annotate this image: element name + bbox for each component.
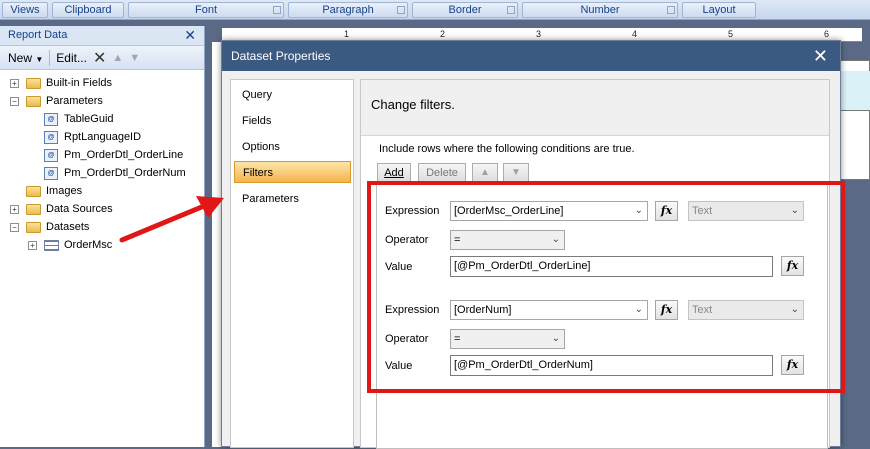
move-up-icon[interactable]: ▲ (472, 163, 498, 183)
ribbon-group-layout[interactable]: Layout (682, 2, 756, 18)
tree-item-parameter[interactable]: @ Pm_OrderDtl_OrderLine (0, 146, 204, 164)
add-button[interactable]: Add (377, 163, 411, 183)
page-title: Change filters. (361, 80, 829, 136)
folder-icon (26, 186, 41, 197)
parameter-icon: @ (44, 149, 58, 162)
dialog-launcher-icon[interactable] (397, 6, 405, 14)
close-icon[interactable]: ✕ (184, 26, 196, 45)
delete-icon[interactable]: ✕ (93, 48, 106, 68)
ribbon-group-label: Layout (702, 4, 736, 16)
tree-item-parameter[interactable]: @ RptLanguageID (0, 128, 204, 146)
move-down-icon[interactable]: ▼ (503, 163, 529, 183)
nav-item-query[interactable]: Query (234, 84, 351, 106)
expand-icon[interactable]: + (28, 241, 37, 250)
add-button-label: Add (384, 167, 404, 179)
ribbon-group-label: Paragraph (322, 4, 374, 16)
ruler-mark: 3 (536, 29, 542, 39)
ribbon-bar: Views Clipboard Font Paragraph Border Nu… (0, 0, 870, 20)
parameter-icon: @ (44, 131, 58, 144)
tree-item-built-in-fields[interactable]: + Built-in Fields (0, 74, 204, 92)
dialog-title: Dataset Properties (231, 49, 331, 63)
dataset-icon (44, 240, 59, 251)
move-up-icon[interactable]: ▲ (112, 52, 123, 64)
nav-item-filters[interactable]: Filters (234, 161, 351, 183)
tree-item-parameter[interactable]: @ Pm_OrderDtl_OrderNum (0, 164, 204, 182)
dialog-title-bar: Dataset Properties ✕ (222, 41, 840, 71)
ruler-mark: 2 (440, 29, 446, 39)
ruler-mark: 1 (344, 29, 350, 39)
parameter-icon: @ (44, 167, 58, 180)
dialog-nav: Query Fields Options Filters Parameters (230, 79, 354, 448)
new-button[interactable]: New ▼ (8, 51, 43, 65)
panel-header: Report Data ✕ (0, 26, 204, 46)
ribbon-group-label: Number (580, 4, 620, 16)
highlight-box (367, 181, 845, 393)
nav-item-parameters[interactable]: Parameters (234, 188, 351, 210)
dialog-launcher-icon[interactable] (273, 6, 281, 14)
delete-button[interactable]: Delete (418, 163, 466, 183)
tree-item-label: Images (46, 185, 83, 197)
ribbon-group-views[interactable]: Views (2, 2, 48, 18)
ribbon-group-label: Clipboard (64, 4, 112, 16)
dialog-launcher-icon[interactable] (667, 6, 675, 14)
collapse-icon[interactable]: − (10, 97, 19, 106)
move-down-icon[interactable]: ▼ (129, 52, 140, 64)
ruler-mark: 6 (824, 29, 830, 39)
ribbon-group-label: Font (194, 4, 217, 16)
ribbon-group-font[interactable]: Font (128, 2, 284, 18)
folder-open-icon (26, 96, 41, 107)
tree-item-parameter[interactable]: @ TableGuid (0, 110, 204, 128)
tree-item-label: TableGuid (64, 113, 114, 125)
tree-item-label: Pm_OrderDtl_OrderLine (64, 149, 184, 161)
chevron-down-icon: ▼ (35, 54, 44, 64)
tree-item-label: RptLanguageID (64, 131, 142, 143)
annotation-arrow-icon (119, 196, 224, 243)
report-header-band (837, 71, 870, 111)
parameter-icon: @ (44, 113, 58, 126)
tree-item-label: Pm_OrderDtl_OrderNum (64, 167, 186, 179)
nav-item-fields[interactable]: Fields (234, 110, 351, 132)
ruler-mark: 4 (632, 29, 638, 39)
close-icon[interactable]: ✕ (813, 41, 828, 71)
folder-icon (26, 204, 41, 215)
ribbon-group-paragraph[interactable]: Paragraph (288, 2, 408, 18)
ribbon-group-label: Views (10, 4, 40, 16)
nav-item-options[interactable]: Options (234, 136, 351, 158)
ribbon-group-border[interactable]: Border (412, 2, 518, 18)
ribbon-group-label: Border (448, 4, 482, 16)
expand-icon[interactable]: + (10, 205, 19, 214)
tree-item-label: Parameters (46, 95, 103, 107)
dialog-launcher-icon[interactable] (507, 6, 515, 14)
ribbon-group-number[interactable]: Number (522, 2, 678, 18)
new-button-label: New (8, 50, 33, 65)
tree-item-label: Data Sources (46, 203, 113, 215)
ruler-mark: 5 (728, 29, 734, 39)
tree-item-label: Datasets (46, 221, 90, 233)
folder-icon (26, 78, 41, 89)
panel-toolbar: New ▼ Edit... ✕ ▲ ▼ (0, 46, 204, 70)
collapse-icon[interactable]: − (10, 223, 19, 232)
toolbar-divider (49, 49, 51, 66)
edit-button[interactable]: Edit... (56, 51, 87, 65)
report-canvas[interactable] (836, 60, 870, 180)
panel-title: Report Data (8, 29, 68, 41)
tree-item-label: Built-in Fields (46, 77, 113, 89)
folder-open-icon (26, 222, 41, 233)
tree-item-label: OrderMsc (64, 239, 113, 251)
ribbon-group-clipboard[interactable]: Clipboard (52, 2, 124, 18)
expand-icon[interactable]: + (10, 79, 19, 88)
filter-instruction: Include rows where the following conditi… (379, 143, 635, 155)
tree-item-parameters[interactable]: − Parameters (0, 92, 204, 110)
